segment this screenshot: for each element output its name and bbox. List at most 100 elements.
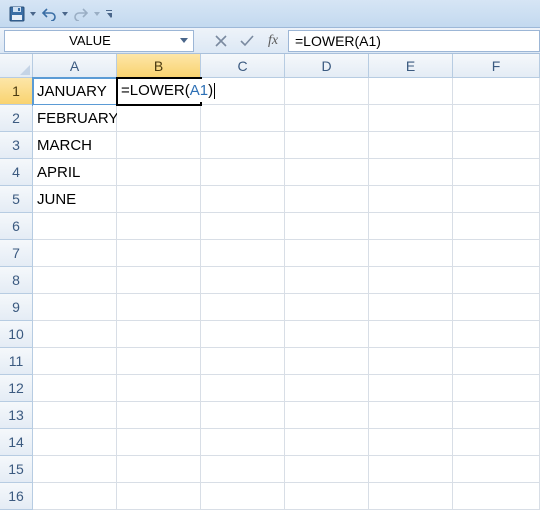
cell-e16[interactable] bbox=[369, 483, 453, 510]
col-header-f[interactable]: F bbox=[453, 54, 540, 77]
cell-a7[interactable] bbox=[33, 240, 117, 267]
cancel-button[interactable] bbox=[212, 32, 230, 50]
cell-d15[interactable] bbox=[285, 456, 369, 483]
cell-d11[interactable] bbox=[285, 348, 369, 375]
col-header-a[interactable]: A bbox=[33, 54, 117, 77]
name-box-dropdown[interactable] bbox=[175, 38, 193, 44]
cell-c15[interactable] bbox=[201, 456, 285, 483]
cell-c13[interactable] bbox=[201, 402, 285, 429]
cell-f3[interactable] bbox=[453, 132, 540, 159]
cell-f4[interactable] bbox=[453, 159, 540, 186]
cell-c9[interactable] bbox=[201, 294, 285, 321]
cell-d7[interactable] bbox=[285, 240, 369, 267]
cell-e12[interactable] bbox=[369, 375, 453, 402]
cell-c3[interactable] bbox=[201, 132, 285, 159]
cell-f14[interactable] bbox=[453, 429, 540, 456]
cell-e15[interactable] bbox=[369, 456, 453, 483]
row-header-14[interactable]: 14 bbox=[0, 429, 33, 456]
cell-a11[interactable] bbox=[33, 348, 117, 375]
cell-e9[interactable] bbox=[369, 294, 453, 321]
cell-e10[interactable] bbox=[369, 321, 453, 348]
name-box[interactable]: VALUE bbox=[4, 30, 194, 52]
fx-button[interactable]: fx bbox=[264, 32, 282, 50]
redo-dropdown[interactable] bbox=[94, 11, 100, 17]
cell-a2[interactable]: FEBRUARY bbox=[33, 105, 117, 132]
cell-b11[interactable] bbox=[117, 348, 201, 375]
cell-e1[interactable] bbox=[369, 78, 453, 105]
cell-d2[interactable] bbox=[285, 105, 369, 132]
cell-e14[interactable] bbox=[369, 429, 453, 456]
cell-e5[interactable] bbox=[369, 186, 453, 213]
cell-e7[interactable] bbox=[369, 240, 453, 267]
qat-dropdown[interactable] bbox=[30, 11, 36, 17]
cell-a10[interactable] bbox=[33, 321, 117, 348]
cell-b2[interactable] bbox=[117, 105, 201, 132]
cell-e8[interactable] bbox=[369, 267, 453, 294]
cell-b6[interactable] bbox=[117, 213, 201, 240]
cell-e11[interactable] bbox=[369, 348, 453, 375]
cell-a13[interactable] bbox=[33, 402, 117, 429]
enter-button[interactable] bbox=[238, 32, 256, 50]
row-header-8[interactable]: 8 bbox=[0, 267, 33, 294]
cell-f7[interactable] bbox=[453, 240, 540, 267]
cell-f15[interactable] bbox=[453, 456, 540, 483]
cell-f10[interactable] bbox=[453, 321, 540, 348]
cell-a5[interactable]: JUNE bbox=[33, 186, 117, 213]
cell-c12[interactable] bbox=[201, 375, 285, 402]
cell-f1[interactable] bbox=[453, 78, 540, 105]
cell-e4[interactable] bbox=[369, 159, 453, 186]
cell-e13[interactable] bbox=[369, 402, 453, 429]
cell-f13[interactable] bbox=[453, 402, 540, 429]
cell-c16[interactable] bbox=[201, 483, 285, 510]
cell-c7[interactable] bbox=[201, 240, 285, 267]
cell-e6[interactable] bbox=[369, 213, 453, 240]
cell-b10[interactable] bbox=[117, 321, 201, 348]
cell-a16[interactable] bbox=[33, 483, 117, 510]
cell-a3[interactable]: MARCH bbox=[33, 132, 117, 159]
cell-a4[interactable]: APRIL bbox=[33, 159, 117, 186]
cell-f8[interactable] bbox=[453, 267, 540, 294]
cell-a15[interactable] bbox=[33, 456, 117, 483]
cell-b9[interactable] bbox=[117, 294, 201, 321]
cell-f9[interactable] bbox=[453, 294, 540, 321]
cell-b13[interactable] bbox=[117, 402, 201, 429]
cell-d4[interactable] bbox=[285, 159, 369, 186]
col-header-b[interactable]: B bbox=[117, 54, 201, 77]
row-header-9[interactable]: 9 bbox=[0, 294, 33, 321]
cell-d3[interactable] bbox=[285, 132, 369, 159]
cell-a9[interactable] bbox=[33, 294, 117, 321]
cell-b5[interactable] bbox=[117, 186, 201, 213]
cell-d6[interactable] bbox=[285, 213, 369, 240]
cell-a14[interactable] bbox=[33, 429, 117, 456]
cell-f6[interactable] bbox=[453, 213, 540, 240]
cell-b1[interactable]: =LOWER(A1) bbox=[117, 78, 201, 105]
cell-d8[interactable] bbox=[285, 267, 369, 294]
cell-a1[interactable]: JANUARY bbox=[33, 78, 117, 105]
cell-f12[interactable] bbox=[453, 375, 540, 402]
cell-f16[interactable] bbox=[453, 483, 540, 510]
row-header-16[interactable]: 16 bbox=[0, 483, 33, 510]
cell-d5[interactable] bbox=[285, 186, 369, 213]
undo-button[interactable] bbox=[38, 3, 60, 25]
cell-d1[interactable] bbox=[285, 78, 369, 105]
cell-c14[interactable] bbox=[201, 429, 285, 456]
cell-a12[interactable] bbox=[33, 375, 117, 402]
cell-d16[interactable] bbox=[285, 483, 369, 510]
row-header-2[interactable]: 2 bbox=[0, 105, 33, 132]
cell-d10[interactable] bbox=[285, 321, 369, 348]
col-header-c[interactable]: C bbox=[201, 54, 285, 77]
cell-c11[interactable] bbox=[201, 348, 285, 375]
cell-a8[interactable] bbox=[33, 267, 117, 294]
cell-f11[interactable] bbox=[453, 348, 540, 375]
row-header-5[interactable]: 5 bbox=[0, 186, 33, 213]
formula-input[interactable]: =LOWER(A1) bbox=[288, 30, 540, 52]
row-header-6[interactable]: 6 bbox=[0, 213, 33, 240]
save-button[interactable] bbox=[6, 3, 28, 25]
cell-b16[interactable] bbox=[117, 483, 201, 510]
cell-c10[interactable] bbox=[201, 321, 285, 348]
cell-e3[interactable] bbox=[369, 132, 453, 159]
cell-b3[interactable] bbox=[117, 132, 201, 159]
cell-c8[interactable] bbox=[201, 267, 285, 294]
col-header-e[interactable]: E bbox=[369, 54, 453, 77]
row-header-10[interactable]: 10 bbox=[0, 321, 33, 348]
